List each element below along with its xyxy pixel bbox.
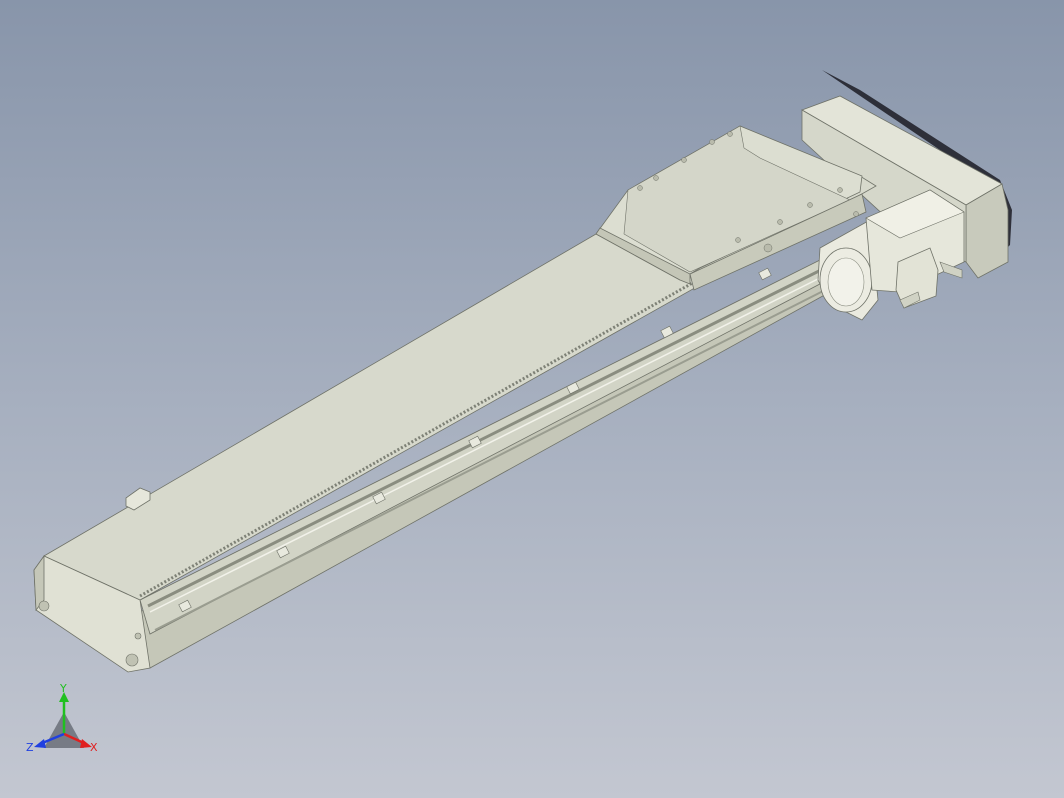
cad-viewport[interactable]: Y X Z [0, 0, 1064, 798]
end-cap-hole-3 [134, 632, 142, 640]
z-axis-arrow-icon [34, 739, 46, 748]
end-cap-hole-2 [125, 653, 139, 667]
end-cap-hole-1 [38, 600, 50, 612]
y-axis-label: Y [59, 682, 67, 695]
coordinate-triad[interactable]: Y X Z [26, 682, 106, 762]
motor-face-inner [827, 257, 865, 307]
z-axis-label: Z [26, 741, 34, 754]
x-axis-label: X [90, 741, 98, 754]
actuator-3d-model[interactable] [0, 0, 1064, 798]
